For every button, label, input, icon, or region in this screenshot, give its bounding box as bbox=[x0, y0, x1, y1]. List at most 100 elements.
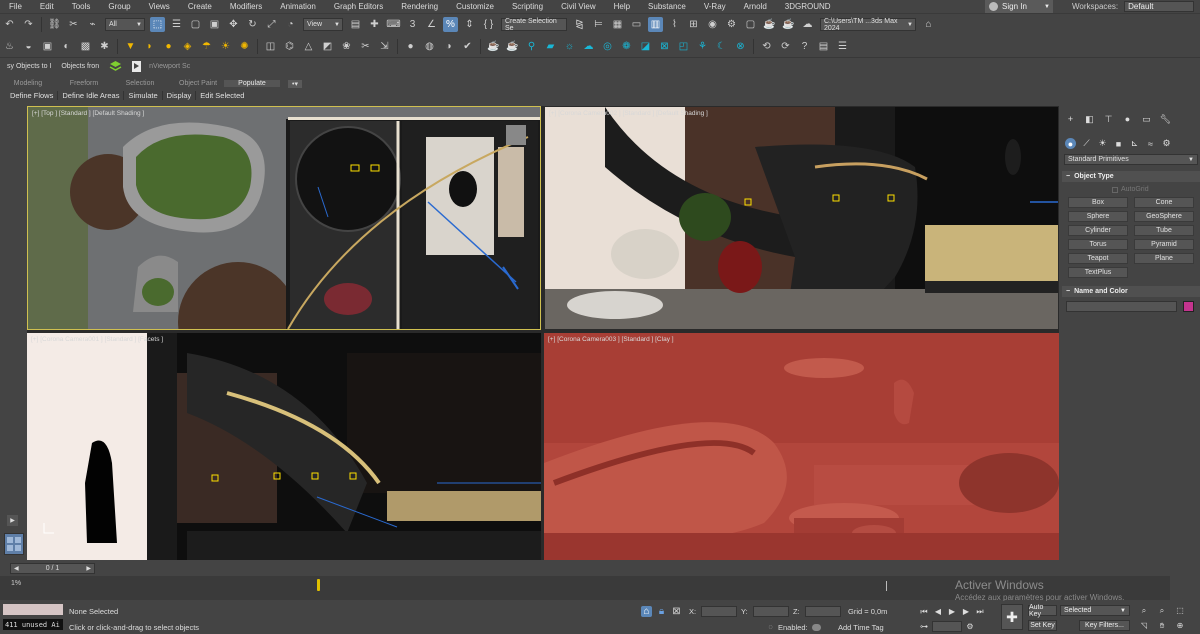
percent-snap-icon[interactable]: % bbox=[443, 17, 458, 32]
orbit-icon[interactable]: ⊕ bbox=[1174, 620, 1186, 631]
bind-spacewarp-icon[interactable]: ⌁ bbox=[85, 17, 100, 32]
vray-ies-light-icon[interactable]: ☂ bbox=[199, 39, 214, 54]
vray-dome-light-icon[interactable]: ◗ bbox=[142, 39, 157, 54]
key-filters-button[interactable]: Key Filters... bbox=[1079, 620, 1130, 631]
menu-vray[interactable]: V-Ray bbox=[695, 2, 735, 11]
go-to-start-icon[interactable]: ⏮ bbox=[918, 606, 930, 617]
named-selection-set-select[interactable]: Create Selection Se bbox=[501, 18, 567, 32]
menu-views[interactable]: Views bbox=[140, 2, 179, 11]
create-tab-icon[interactable]: + bbox=[1064, 114, 1077, 125]
corona-lightmix-icon[interactable]: ☾ bbox=[714, 39, 729, 54]
schematic-view-icon[interactable]: ⊞ bbox=[686, 17, 701, 32]
tab-selection[interactable]: Selection bbox=[112, 80, 168, 87]
populate-stairs-icon[interactable] bbox=[109, 60, 122, 73]
menu-graph-editors[interactable]: Graph Editors bbox=[325, 2, 392, 11]
vray-sun-icon[interactable]: ☀ bbox=[218, 39, 233, 54]
menu-create[interactable]: Create bbox=[179, 2, 221, 11]
slider-prev-icon[interactable]: ◀ bbox=[14, 565, 19, 572]
viewport-label[interactable]: [+] [Corona Camera002 ] [Standard ] [Def… bbox=[549, 110, 708, 117]
viewport-camera001[interactable]: [+] [Corona Camera001 ] [Standard ] [Fac… bbox=[27, 333, 541, 560]
cone-button[interactable]: Cone bbox=[1134, 197, 1194, 208]
workspaces-select[interactable]: Default bbox=[1124, 1, 1195, 12]
redo-icon[interactable]: ↷ bbox=[21, 17, 36, 32]
project-path-select[interactable]: C:\Users\TM ...3ds Max 2024 ▼ bbox=[820, 18, 916, 32]
pivot-center-icon[interactable]: ▤ bbox=[348, 17, 363, 32]
viewport-layout-button[interactable] bbox=[4, 533, 24, 555]
material-editor-icon[interactable]: ◉ bbox=[705, 17, 720, 32]
corona-bonus-icon[interactable]: ⚘ bbox=[695, 39, 710, 54]
ribbon-copy-objects-button[interactable]: sy Objects to I bbox=[7, 63, 51, 70]
menu-modifiers[interactable]: Modifiers bbox=[221, 2, 271, 11]
set-key-big-button[interactable]: ✚ bbox=[1001, 604, 1023, 630]
autogrid-checkbox[interactable]: AutoGrid bbox=[1112, 186, 1200, 193]
teapot-button[interactable]: Teapot bbox=[1068, 253, 1128, 264]
menu-substance[interactable]: Substance bbox=[639, 2, 695, 11]
render-production-icon[interactable]: ☕ bbox=[762, 17, 777, 32]
vray-fur-icon[interactable]: ⌬ bbox=[282, 39, 297, 54]
vray-interactive-icon[interactable]: ◐ bbox=[59, 39, 74, 54]
corona-logo-icon[interactable]: ✔ bbox=[460, 39, 475, 54]
rendered-frame-window-icon[interactable]: ▢ bbox=[743, 17, 758, 32]
ribbon-objects-from-button[interactable]: Objects fron bbox=[61, 63, 99, 70]
edit-selected-button[interactable]: Edit Selected bbox=[196, 91, 248, 100]
tube-button[interactable]: Tube bbox=[1134, 225, 1194, 236]
corona-sky-icon[interactable]: ☁ bbox=[581, 39, 596, 54]
notes-icon[interactable]: ▤ bbox=[816, 39, 831, 54]
shapes-category-icon[interactable]: ⟋ bbox=[1081, 138, 1092, 149]
scale-icon[interactable]: ⤢ bbox=[264, 17, 279, 32]
angle-snap-icon[interactable]: ∠ bbox=[424, 17, 439, 32]
railclone-icon[interactable]: ⟳ bbox=[778, 39, 793, 54]
rect-selection-icon[interactable]: ▢ bbox=[188, 17, 203, 32]
menu-help[interactable]: Help bbox=[605, 2, 639, 11]
menu-file[interactable]: File bbox=[0, 2, 31, 11]
lights-category-icon[interactable]: ☀ bbox=[1097, 138, 1108, 149]
sphere-button[interactable]: Sphere bbox=[1068, 211, 1128, 222]
define-flows-button[interactable]: Define Flows bbox=[6, 90, 59, 100]
object-name-input[interactable] bbox=[1066, 301, 1177, 312]
rotate-icon[interactable]: ↻ bbox=[245, 17, 260, 32]
x-coordinate-input[interactable] bbox=[701, 606, 738, 617]
pan-icon[interactable]: ✋︎ bbox=[1156, 620, 1168, 631]
previous-frame-icon[interactable]: ◀ bbox=[932, 606, 944, 617]
align-icon[interactable]: ⊨ bbox=[591, 17, 606, 32]
display-tab-icon[interactable]: ▭ bbox=[1140, 114, 1153, 125]
sign-in-button[interactable]: Sign In ▼ bbox=[985, 0, 1053, 13]
display-button[interactable]: Display bbox=[163, 90, 197, 100]
pyramid-button[interactable]: Pyramid bbox=[1134, 239, 1194, 250]
window-crossing-icon[interactable]: ▣ bbox=[207, 17, 222, 32]
menu-tools[interactable]: Tools bbox=[63, 2, 100, 11]
play-icon[interactable]: ▶ bbox=[946, 606, 958, 617]
box-button[interactable]: Box bbox=[1068, 197, 1128, 208]
keyboard-shortcut-icon[interactable]: ⌨ bbox=[386, 17, 401, 32]
corona-decal-icon[interactable]: ◪ bbox=[638, 39, 653, 54]
corona-toolbox-icon[interactable]: ⊗ bbox=[733, 39, 748, 54]
viewport-scene-field[interactable]: nViewport Sc bbox=[149, 63, 209, 70]
corona-scatter-icon[interactable]: ❁ bbox=[619, 39, 634, 54]
menu-scripting[interactable]: Scripting bbox=[503, 2, 552, 11]
render-iterative-icon[interactable]: ☕ bbox=[781, 17, 796, 32]
vray-mesh-light-icon[interactable]: ◈ bbox=[180, 39, 195, 54]
reference-coordinate-select[interactable]: View ▼ bbox=[303, 18, 343, 31]
vray-camera-icon[interactable]: ▩ bbox=[78, 39, 93, 54]
render-cloud-icon[interactable]: ☁ bbox=[800, 17, 815, 32]
helpers-category-icon[interactable]: ⊾ bbox=[1129, 138, 1140, 149]
menu-customize[interactable]: Customize bbox=[447, 2, 503, 11]
link-icon[interactable]: ⛓ bbox=[47, 17, 62, 32]
geosphere-button[interactable]: GeoSphere bbox=[1134, 211, 1194, 222]
project-folder-icon[interactable]: ⌂ bbox=[921, 17, 936, 32]
lightbulb-icon[interactable]: ◌ bbox=[766, 623, 775, 632]
list-icon[interactable]: ☰ bbox=[835, 39, 850, 54]
object-color-swatch[interactable] bbox=[1183, 301, 1194, 312]
menu-arnold[interactable]: Arnold bbox=[735, 2, 776, 11]
corona-sun-icon[interactable]: ☼ bbox=[562, 39, 577, 54]
viewport-top[interactable]: [+] [Top ] [Standard ] [Default Shading … bbox=[27, 106, 541, 330]
select-object-icon[interactable]: ⬚ bbox=[150, 17, 165, 32]
auto-key-button[interactable]: Auto Key bbox=[1028, 604, 1057, 618]
torus-button[interactable]: Torus bbox=[1068, 239, 1128, 250]
time-slider[interactable]: ◀ 0 / 1 ▶ bbox=[10, 563, 95, 574]
motion-tab-icon[interactable]: ● bbox=[1121, 114, 1134, 125]
flag-icon[interactable] bbox=[130, 60, 143, 73]
y-coordinate-input[interactable] bbox=[752, 606, 789, 617]
enabled-toggle[interactable] bbox=[811, 624, 821, 631]
corona-scene-converter-icon[interactable]: ◑ bbox=[441, 39, 456, 54]
